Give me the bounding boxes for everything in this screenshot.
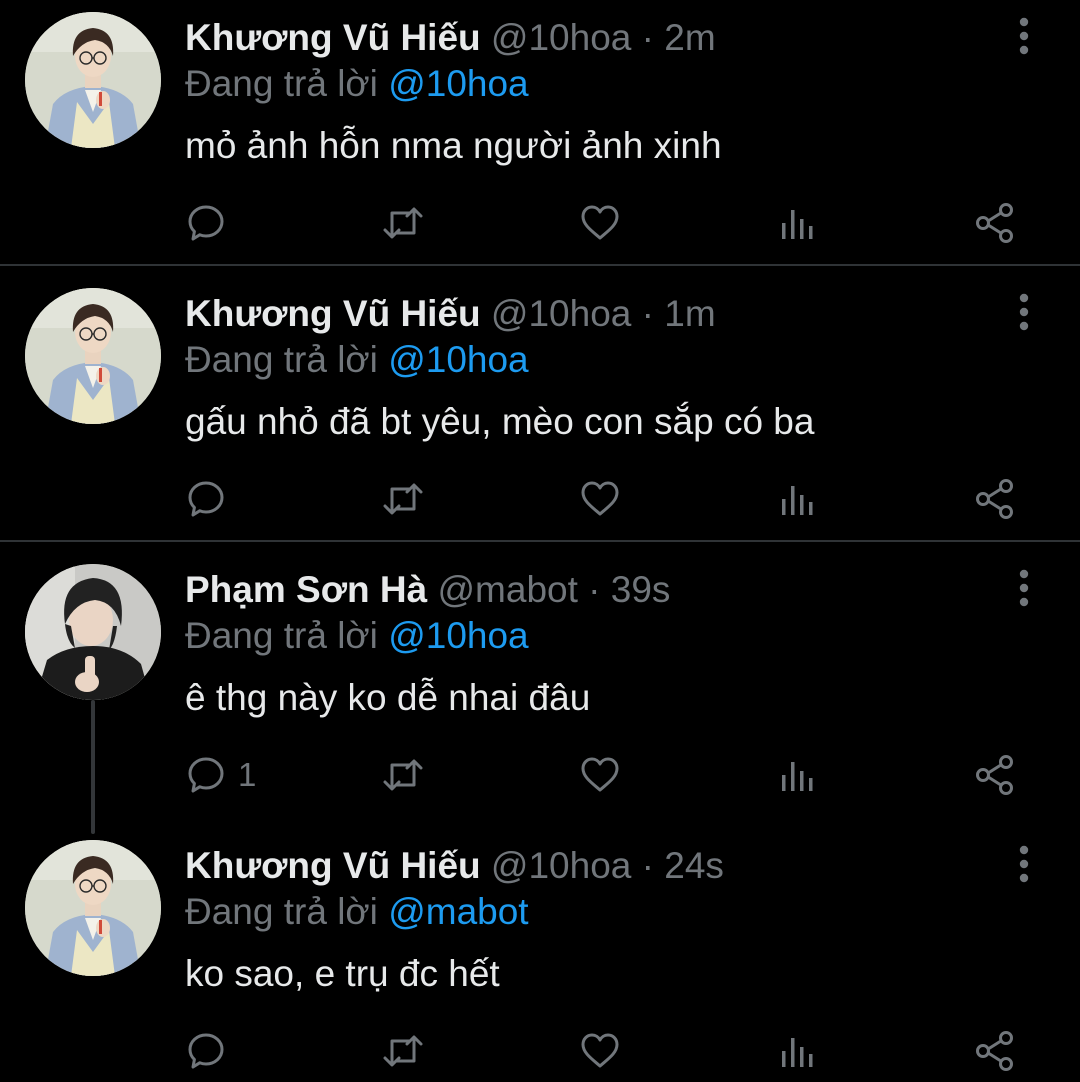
like-button[interactable] [578,198,622,248]
retweet-icon [383,1035,423,1067]
tweet-2[interactable]: Khương Vũ Hiếu @10hoa · 1m Đang trả lời … [0,276,1080,550]
more-options-icon[interactable] [1004,16,1044,56]
retweet-button[interactable] [380,750,426,800]
author-name[interactable]: Khương Vũ Hiếu [185,293,481,334]
replying-to-handle[interactable]: @10hoa [388,339,528,380]
share-icon [976,479,1013,519]
share-button[interactable] [972,198,1018,248]
reply-icon [188,481,224,517]
author-handle[interactable]: @10hoa [491,17,631,58]
like-button[interactable] [578,474,622,524]
retweet-button[interactable] [380,474,426,524]
action-bar [0,474,1080,524]
retweet-button[interactable] [380,198,426,248]
tweet-text: gấu nhỏ đã bt yêu, mèo con sắp có ba [185,401,815,442]
author-name[interactable]: Phạm Sơn Hà [185,569,427,610]
views-icon [782,486,813,515]
author-name[interactable]: Khương Vũ Hiếu [185,845,481,886]
share-icon [976,755,1013,795]
avatar-khuong-vu-hieu[interactable] [25,288,161,424]
tweet-4[interactable]: Khương Vũ Hiếu @10hoa · 24s Đang trả lời… [0,828,1080,1082]
tweet-divider [0,264,1080,266]
avatar-khuong-vu-hieu[interactable] [25,840,161,976]
tweet-header: Khương Vũ Hiếu @10hoa · 24s [185,844,724,888]
action-bar [0,1026,1080,1076]
reply-count: 1 [238,756,257,793]
retweet-button[interactable] [380,1026,426,1076]
share-button[interactable] [972,474,1018,524]
replying-to: Đang trả lời @mabot [185,890,529,934]
tweet-header: Khương Vũ Hiếu @10hoa · 2m [185,16,716,60]
timestamp[interactable]: 24s [664,845,724,886]
like-icon [581,205,619,240]
replying-to-label: Đang trả lời [185,615,378,656]
views-icon [782,762,813,791]
replying-to-handle[interactable]: @10hoa [388,615,528,656]
tweet-header: Khương Vũ Hiếu @10hoa · 1m [185,292,716,336]
views-icon [782,1038,813,1067]
views-button[interactable] [776,1026,820,1076]
replying-to-label: Đang trả lời [185,339,378,380]
reply-icon [188,205,224,241]
share-icon [976,1031,1013,1071]
replying-to: Đang trả lời @10hoa [185,614,529,658]
action-bar [0,198,1080,248]
reply-icon [188,1033,224,1069]
views-button[interactable] [776,750,820,800]
views-icon [782,210,813,239]
avatar-khuong-vu-hieu[interactable] [25,12,161,148]
separator-dot: · [641,17,654,58]
more-options-icon[interactable] [1004,292,1044,332]
reply-button[interactable] [184,1026,238,1076]
retweet-icon [383,483,423,515]
like-icon [581,757,619,792]
tweet-text: ko sao, e trụ đc hết [185,953,500,994]
like-button[interactable] [578,1026,622,1076]
separator-dot: · [641,293,654,334]
author-handle[interactable]: @10hoa [491,293,631,334]
replying-to: Đang trả lời @10hoa [185,62,529,106]
retweet-icon [383,759,423,791]
separator-dot: · [588,569,601,610]
tweet-text: ê thg này ko dễ nhai đâu [185,677,591,718]
reply-button[interactable] [184,198,238,248]
replying-to: Đang trả lời @10hoa [185,338,529,382]
timestamp[interactable]: 1m [664,293,715,334]
reply-thread: Khương Vũ Hiếu @10hoa · 2m Đang trả lời … [0,0,1080,1082]
replying-to-handle[interactable]: @10hoa [388,63,528,104]
reply-button[interactable]: 1 [184,750,256,800]
author-handle[interactable]: @10hoa [491,845,631,886]
reply-button[interactable] [184,474,238,524]
author-name[interactable]: Khương Vũ Hiếu [185,17,481,58]
like-button[interactable] [578,750,622,800]
replying-to-label: Đang trả lời [185,63,378,104]
views-button[interactable] [776,474,820,524]
action-bar: 1 [0,750,1080,800]
tweet-header: Phạm Sơn Hà @mabot · 39s [185,568,670,612]
share-icon [976,203,1013,243]
tweet-3[interactable]: Phạm Sơn Hà @mabot · 39s Đang trả lời @1… [0,552,1080,826]
author-handle[interactable]: @mabot [437,569,577,610]
share-button[interactable] [972,750,1018,800]
retweet-icon [383,207,423,239]
reply-icon [188,757,224,793]
tweet-text: mỏ ảnh hỗn nma người ảnh xinh [185,125,722,166]
avatar-pham-son-ha[interactable] [25,564,161,700]
timestamp[interactable]: 2m [664,17,715,58]
views-button[interactable] [776,198,820,248]
tweet-1[interactable]: Khương Vũ Hiếu @10hoa · 2m Đang trả lời … [0,0,1080,274]
timestamp[interactable]: 39s [611,569,671,610]
tweet-divider [0,540,1080,542]
replying-to-handle[interactable]: @mabot [388,891,528,932]
more-options-icon[interactable] [1004,844,1044,884]
like-icon [581,481,619,516]
share-button[interactable] [972,1026,1018,1076]
like-icon [581,1033,619,1068]
replying-to-label: Đang trả lời [185,891,378,932]
separator-dot: · [641,845,654,886]
more-options-icon[interactable] [1004,568,1044,608]
